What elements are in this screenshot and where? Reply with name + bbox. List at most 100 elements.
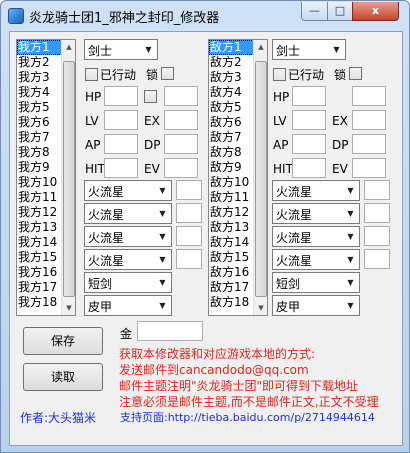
enemy-magic-1-value: 火流星 [276, 185, 313, 199]
enemy-magic-3-value: 火流星 [276, 231, 313, 245]
enemy-ev-label: EV [332, 162, 348, 176]
ally-class-select[interactable]: 剑士 ▼ [84, 39, 158, 60]
ally-hp-max-input[interactable] [164, 86, 198, 106]
enemy-hp-label: HP [273, 90, 290, 104]
enemy-magic-2-level-input[interactable] [364, 203, 390, 223]
close-button[interactable]: x [352, 2, 399, 21]
checkbox-box[interactable] [273, 68, 286, 81]
enemy-hp-max-input[interactable] [352, 86, 386, 106]
ally-hit-input[interactable] [104, 158, 138, 178]
ally-list-scrollbar[interactable]: ▲ ▼ [61, 40, 75, 315]
ally-hp-lock-checkbox[interactable] [144, 90, 157, 103]
enemy-lv-input[interactable] [292, 110, 326, 130]
ally-lv-input[interactable] [104, 110, 138, 130]
enemy-weapon-value: 短剑 [276, 277, 301, 291]
enemy-magic-3-level-input[interactable] [364, 226, 390, 246]
enemy-magic-4-level-input[interactable] [364, 249, 390, 269]
ally-ev-input[interactable] [164, 158, 198, 178]
enemy-ap-label: AP [273, 138, 289, 152]
info-line-4: 注意必须是邮件主题,而不是邮件正文,正文不受理 [119, 395, 379, 409]
ally-dp-input[interactable] [164, 134, 198, 154]
minimize-button[interactable]: — [301, 2, 328, 21]
arrow-up-icon[interactable]: ▲ [63, 40, 75, 54]
enemy-list-scroll-thumb[interactable] [255, 61, 267, 297]
ally-magic-3-select[interactable]: 火流星 ▼ [84, 226, 172, 247]
ally-magic-3-level-input[interactable] [176, 226, 202, 246]
info-line-2: 发送邮件到cancandodo@qq.com [119, 363, 309, 377]
maximize-button[interactable]: □ [327, 2, 353, 21]
ally-acted-label: 已行动 [100, 68, 137, 82]
arrow-down-icon[interactable]: ▼ [63, 301, 75, 315]
enemy-lock-checkbox[interactable] [349, 67, 362, 80]
ally-dp-label: DP [144, 138, 161, 152]
info-line-3: 邮件主题注明"炎龙骑士团"即可得到下载地址 [119, 379, 359, 393]
title-bar[interactable]: 炎龙骑士团1_邪神之封印_修改器 — □ x [1, 1, 409, 31]
ally-armor-value: 皮甲 [88, 300, 113, 314]
ally-lock-checkbox[interactable] [161, 67, 174, 80]
enemy-ex-label: EX [332, 114, 348, 128]
checkbox-box[interactable] [85, 68, 98, 81]
support-link[interactable]: 支持页面:http://tieba.baidu.com/p/2714944614 [120, 409, 375, 425]
ally-class-value: 剑士 [88, 44, 113, 58]
ally-magic-2-select[interactable]: 火流星 ▼ [84, 203, 172, 224]
ally-magic-2-value: 火流星 [88, 208, 125, 222]
ally-magic-4-select[interactable]: 火流星 ▼ [84, 249, 172, 270]
enemy-ev-input[interactable] [352, 158, 386, 178]
enemy-armor-select[interactable]: 皮甲 ▼ [272, 295, 360, 316]
ally-list[interactable]: 我方1 我方2 我方3 我方4 我方5 我方6 我方7 我方8 我方9 我方10 我方11 我方12 我… [16, 39, 76, 316]
chevron-down-icon: ▼ [333, 45, 340, 54]
enemy-acted-label: 已行动 [288, 68, 325, 82]
chevron-down-icon: ▼ [347, 186, 354, 195]
ally-hp-label: HP [85, 90, 102, 104]
enemy-dp-input[interactable] [352, 134, 386, 154]
enemy-magic-1-select[interactable]: 火流星 ▼ [272, 180, 360, 201]
ally-list-scroll-thumb[interactable] [63, 61, 75, 297]
ally-hit-label: HIT [85, 162, 105, 176]
enemy-weapon-select[interactable]: 短剑 ▼ [272, 272, 360, 293]
chevron-down-icon: ▼ [347, 301, 354, 310]
window-title: 炎龙骑士团1_邪神之封印_修改器 [29, 11, 220, 26]
enemy-lv-label: LV [273, 114, 287, 128]
save-button[interactable]: 保存 [23, 327, 103, 355]
app-icon [8, 8, 24, 24]
arrow-down-icon[interactable]: ▼ [255, 301, 267, 315]
chevron-down-icon: ▼ [347, 278, 354, 287]
info-line-1: 获取本修改器和对应游戏本地的方式: [119, 347, 316, 361]
enemy-hp-input[interactable] [292, 86, 326, 106]
enemy-list[interactable]: 敌方1 敌方2 敌方3 敌方4 敌方5 敌方6 敌方7 敌方8 敌方9 敌方10 敌方11 敌方12 敌… [208, 39, 268, 316]
enemy-ex-input[interactable] [352, 110, 386, 130]
arrow-up-icon[interactable]: ▲ [255, 40, 267, 54]
author-text: 作者:大头猫米 [20, 411, 97, 425]
enemy-class-select[interactable]: 剑士 ▼ [272, 39, 346, 60]
enemy-hit-input[interactable] [292, 158, 326, 178]
chevron-down-icon: ▼ [347, 232, 354, 241]
enemy-magic-1-level-input[interactable] [364, 180, 390, 200]
ally-magic-3-value: 火流星 [88, 231, 125, 245]
ally-ap-input[interactable] [104, 134, 138, 154]
ally-weapon-value: 短剑 [88, 277, 113, 291]
ally-magic-1-select[interactable]: 火流星 ▼ [84, 180, 172, 201]
gold-input[interactable] [137, 321, 203, 341]
chevron-down-icon: ▼ [347, 209, 354, 218]
ally-ex-input[interactable] [164, 110, 198, 130]
ally-lock-label: 锁 [146, 68, 159, 82]
chevron-down-icon: ▼ [347, 255, 354, 264]
ally-magic-1-level-input[interactable] [176, 180, 202, 200]
enemy-list-scrollbar[interactable]: ▲ ▼ [253, 40, 267, 315]
enemy-ap-input[interactable] [292, 134, 326, 154]
enemy-magic-4-value: 火流星 [276, 254, 313, 268]
enemy-magic-2-select[interactable]: 火流星 ▼ [272, 203, 360, 224]
ally-hp-input[interactable] [104, 86, 138, 106]
load-button[interactable]: 读取 [23, 363, 103, 391]
ally-acted-checkbox[interactable]: 已行动 [85, 66, 136, 83]
ally-magic-2-level-input[interactable] [176, 203, 202, 223]
ally-weapon-select[interactable]: 短剑 ▼ [84, 272, 172, 293]
gold-label: 金 [120, 327, 133, 341]
enemy-magic-3-select[interactable]: 火流星 ▼ [272, 226, 360, 247]
enemy-magic-2-value: 火流星 [276, 208, 313, 222]
enemy-acted-checkbox[interactable]: 已行动 [273, 66, 324, 83]
app-window: 炎龙骑士团1_邪神之封印_修改器 — □ x 我方1 我方2 我方3 我方4 我方5 我方… [0, 0, 410, 453]
ally-magic-4-level-input[interactable] [176, 249, 202, 269]
ally-armor-select[interactable]: 皮甲 ▼ [84, 295, 172, 316]
enemy-magic-4-select[interactable]: 火流星 ▼ [272, 249, 360, 270]
